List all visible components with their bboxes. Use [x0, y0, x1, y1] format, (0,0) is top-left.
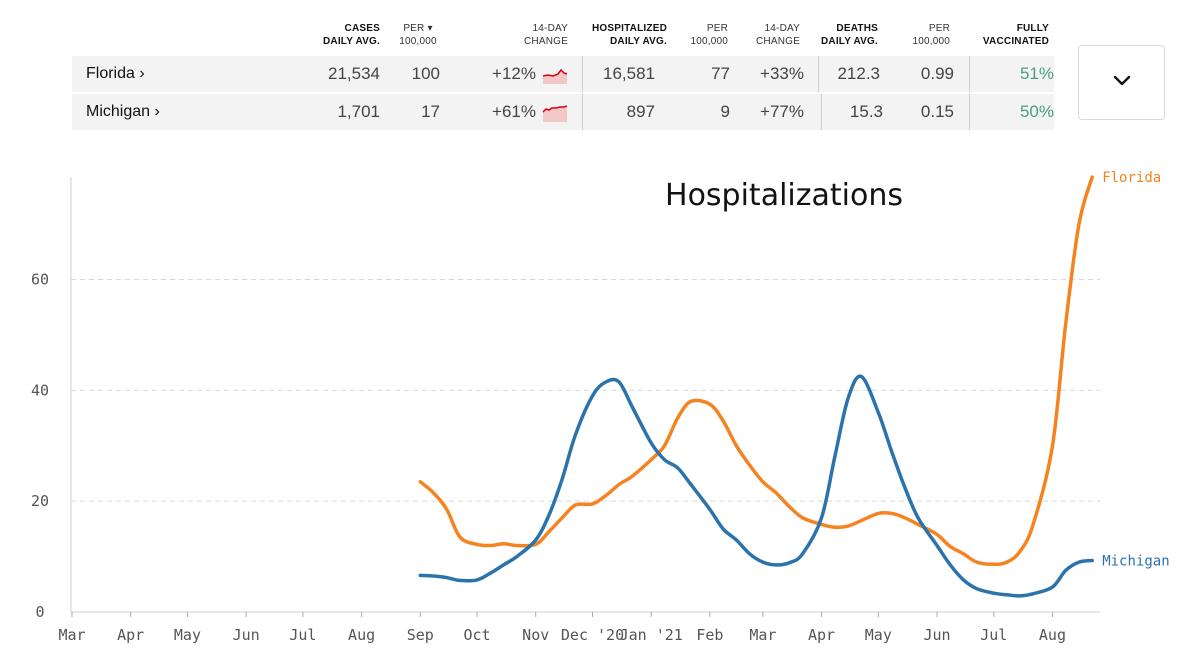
series-line-florida	[418, 175, 1094, 567]
x-tick-label: May	[174, 626, 201, 644]
chart-series	[418, 175, 1094, 598]
x-tick-label: Aug	[1039, 626, 1066, 644]
x-tick-label: Mar	[58, 626, 85, 644]
x-tick-label: Mar	[749, 626, 776, 644]
series-label-florida: Florida	[1102, 170, 1161, 186]
x-tick-label: Jul	[289, 626, 316, 644]
x-tick-label: Dec '20	[561, 626, 624, 644]
x-tick-label: Jul	[980, 626, 1007, 644]
hospitalizations-chart: 0 20 40 60 Mar Apr May Jun Jul Aug Sep Oct Nov Dec '…	[31, 170, 1170, 644]
x-tick-label: Feb	[696, 626, 723, 644]
x-tick-label: May	[865, 626, 892, 644]
x-tick-label: Oct	[464, 626, 491, 644]
x-tick-label: Jan '21	[620, 626, 683, 644]
y-tick-label: 20	[31, 492, 49, 510]
x-tick-label: Jun	[923, 626, 950, 644]
x-tick-label: Aug	[348, 626, 375, 644]
x-tick-label: Apr	[117, 626, 144, 644]
x-tick-label: Sep	[407, 626, 434, 644]
x-tick-label: Nov	[522, 626, 549, 644]
chart-title: Hospitalizations	[665, 178, 903, 213]
x-tick-label: Apr	[808, 626, 835, 644]
x-axis-ticks: Mar Apr May Jun Jul Aug Sep Oct Nov Dec '20Jan '2…	[58, 612, 1066, 644]
series-labels: Florida Michigan	[1102, 170, 1169, 569]
y-tick-label: 40	[31, 381, 49, 399]
x-tick-label: Jun	[233, 626, 260, 644]
y-tick-label: 60	[31, 271, 49, 289]
chart-grid	[71, 279, 1100, 502]
y-tick-label: 0	[35, 603, 44, 621]
series-label-michigan: Michigan	[1102, 553, 1169, 569]
y-axis-ticks: 0 20 40 60	[31, 271, 49, 622]
